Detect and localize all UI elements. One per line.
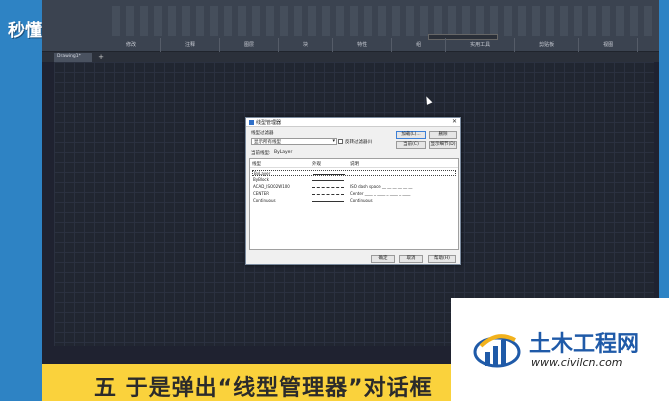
ok-button[interactable]: 确定: [371, 255, 395, 263]
table-row[interactable]: ACAD_ISO02W100 ISO dash space __ __ __ _…: [252, 184, 456, 190]
dialog-titlebar: 线型管理器 ✕: [246, 118, 460, 127]
current-linetype-label: 当前线型:: [251, 151, 271, 156]
ribbon-group-labels: 修改 注释 图层 块 特性 组 实用工具 剪贴板 视图: [102, 38, 639, 52]
row-line-sample: [313, 174, 345, 175]
cancel-button[interactable]: 取消: [399, 255, 423, 263]
row-line-sample: [312, 187, 344, 188]
civilcn-logo-icon: [473, 334, 521, 368]
ribbon-group-view[interactable]: 视图: [579, 38, 639, 52]
row-description: ISO dash space __ __ __ __ __ __: [350, 184, 413, 189]
linetype-manager-dialog: 线型管理器 ✕ 线型过滤器 显示所有线型 反转过滤器(I) 加载(L)... 删…: [245, 117, 461, 265]
ribbon-group-groups[interactable]: 组: [392, 38, 447, 52]
caption-text: 五 于是弹出“线型管理器”对话框: [94, 376, 433, 401]
ribbon-group-block[interactable]: 块: [279, 38, 334, 52]
table-row[interactable]: ByLayer: [252, 170, 456, 176]
invert-filter-label: 反转过滤器(I): [345, 140, 373, 145]
table-row[interactable]: ByBlock: [252, 177, 456, 183]
row-name: ACAD_ISO02W100: [253, 184, 290, 189]
row-description: Continuous: [350, 198, 373, 203]
header-divider: [250, 167, 458, 168]
add-tab-button[interactable]: +: [96, 53, 106, 62]
show-details-button[interactable]: 显示细节(D): [429, 141, 457, 149]
row-name: ByLayer: [254, 171, 271, 176]
row-name: ByBlock: [253, 177, 269, 182]
help-button[interactable]: 帮助(H): [428, 255, 456, 263]
load-button[interactable]: 加载(L)...: [396, 131, 426, 139]
row-name: CENTER: [253, 191, 270, 196]
ribbon-group-annotation[interactable]: 注释: [161, 38, 221, 52]
filter-label: 线型过滤器: [251, 131, 274, 136]
ribbon-group-clipboard[interactable]: 剪贴板: [515, 38, 580, 52]
ribbon-tool-icons: [112, 6, 652, 36]
ribbon-group-layers[interactable]: 图层: [220, 38, 280, 52]
ribbon-group-properties[interactable]: 特性: [333, 38, 393, 52]
filter-select[interactable]: 显示所有线型: [251, 138, 337, 145]
ribbon-group-utilities[interactable]: 实用工具: [446, 38, 516, 52]
row-line-sample: [312, 180, 344, 181]
row-description: Center ____ _ ____ _ ____ _ ____: [350, 191, 411, 196]
current-linetype-value: ByLayer: [274, 150, 293, 155]
delete-button[interactable]: 删除: [429, 131, 457, 139]
close-icon[interactable]: ✕: [452, 118, 457, 125]
watermark-name: 土木工程网: [529, 332, 640, 357]
watermark-panel: 土木工程网 www.civilcn.com: [451, 298, 669, 401]
document-tabbar: Drawing1* +: [42, 52, 659, 62]
current-button[interactable]: 当前(C): [396, 141, 426, 149]
table-row[interactable]: Continuous Continuous: [252, 198, 456, 204]
mouse-cursor-icon: [423, 95, 433, 105]
tab-drawing[interactable]: Drawing1*: [54, 53, 92, 62]
row-line-sample: [312, 194, 344, 195]
row-name: Continuous: [253, 198, 276, 203]
row-line-sample: [312, 201, 344, 202]
table-row[interactable]: CENTER Center ____ _ ____ _ ____ _ ____: [252, 191, 456, 197]
ribbon-group-modify[interactable]: 修改: [102, 38, 162, 52]
dialog-title: 线型管理器: [256, 119, 282, 126]
invert-filter-checkbox[interactable]: [338, 139, 343, 144]
watermark-url: www.civilcn.com: [531, 356, 623, 369]
linetype-list[interactable]: 线型 外观 说明 ByLayer ByBlock ACAD_ISO02W100 …: [249, 158, 459, 250]
app-icon: [249, 119, 254, 125]
ribbon: 修改 注释 图层 块 特性 组 实用工具 剪贴板 视图: [42, 0, 659, 52]
